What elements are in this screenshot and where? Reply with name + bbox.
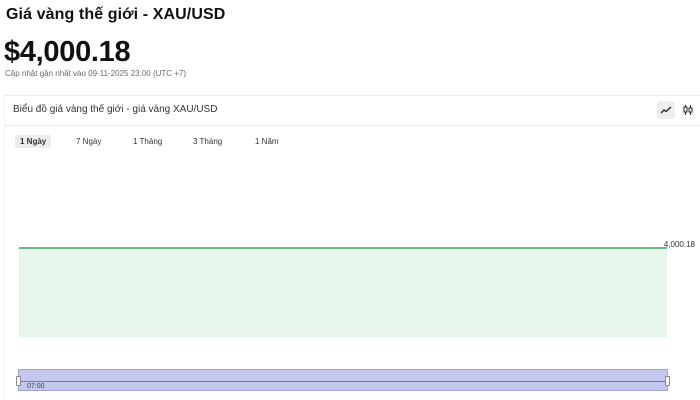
current-price: $4,000.18 — [4, 36, 131, 68]
line-chart-button[interactable] — [657, 101, 675, 119]
tab-1-year[interactable]: 1 Năm — [250, 135, 284, 148]
line-chart-icon — [660, 106, 672, 114]
tab-1-day[interactable]: 1 Ngày — [15, 135, 52, 148]
page: Giá vàng thế giới - XAU/USD $4,000.18 Cậ… — [0, 0, 700, 400]
candlestick-icon — [683, 105, 693, 115]
navigator-left-handle[interactable] — [16, 376, 21, 386]
navigator-series-line — [19, 381, 667, 382]
tab-3-months[interactable]: 3 Tháng — [188, 135, 227, 148]
range-navigator[interactable]: 07:00 — [16, 369, 670, 391]
candlestick-button[interactable] — [679, 101, 697, 119]
tab-1-month[interactable]: 1 Tháng — [128, 135, 167, 148]
navigator-right-handle[interactable] — [665, 376, 670, 386]
last-price-label: 4,000.18 — [664, 240, 696, 249]
last-updated-text: Cập nhật gần nhất vào 09-11-2025 23:00 (… — [5, 69, 187, 78]
tab-7-days[interactable]: 7 Ngày — [71, 135, 106, 148]
page-title: Giá vàng thế giới - XAU/USD — [6, 6, 226, 23]
chart-card-header: Biểu đồ giá vàng thế giới - giá vàng XAU… — [5, 96, 700, 126]
price-area-fill — [19, 248, 667, 337]
chart-title: Biểu đồ giá vàng thế giới - giá vàng XAU… — [13, 104, 218, 115]
navigator-time-label: 07:00 — [27, 383, 45, 390]
